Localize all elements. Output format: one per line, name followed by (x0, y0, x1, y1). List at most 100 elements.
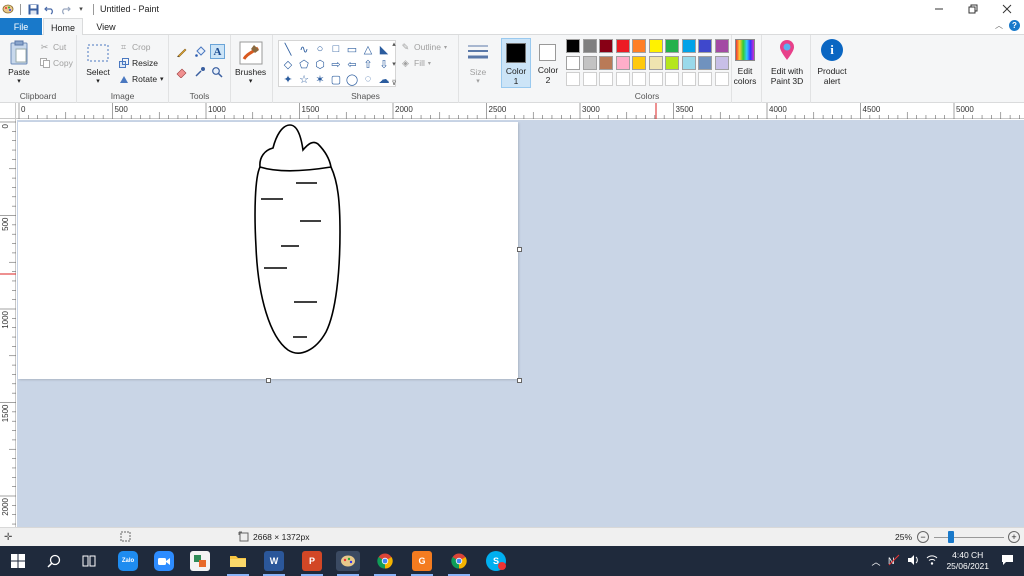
hexagon-shape-icon[interactable]: ⬡ (313, 57, 327, 71)
color-swatch[interactable] (615, 55, 630, 70)
color-swatch[interactable] (566, 72, 580, 86)
close-button[interactable] (990, 0, 1024, 18)
start-button[interactable] (8, 551, 28, 571)
file-explorer-icon[interactable] (228, 551, 248, 571)
text-tool-icon[interactable]: A (210, 44, 225, 59)
color-swatch[interactable] (681, 39, 696, 53)
oval-shape-icon[interactable]: ○ (313, 42, 327, 56)
rounded-rectangle-shape-icon[interactable]: ▭ (345, 42, 359, 56)
paste-dropdown-icon[interactable]: ▾ (17, 77, 21, 85)
chrome-alt-icon[interactable] (449, 551, 469, 571)
right-arrow-shape-icon[interactable]: ⇨ (329, 57, 343, 71)
color-swatch[interactable] (698, 55, 712, 70)
zoom-slider-track[interactable] (934, 537, 1004, 538)
task-view-icon[interactable] (79, 551, 99, 571)
size-button[interactable]: Size ▾ (465, 39, 491, 85)
color-swatch[interactable] (648, 72, 663, 86)
undo-icon[interactable] (43, 3, 55, 15)
select-dropdown-icon[interactable]: ▾ (96, 77, 100, 85)
curve-shape-icon[interactable]: ∿ (297, 42, 311, 56)
tab-view[interactable]: View (86, 18, 126, 35)
color-swatch[interactable] (632, 39, 646, 53)
drawing-canvas[interactable] (18, 122, 518, 379)
color-swatch[interactable] (665, 72, 679, 86)
minimize-button[interactable] (922, 0, 956, 18)
fill-bucket-icon[interactable] (193, 45, 207, 59)
pencil-icon[interactable] (175, 45, 189, 59)
color-swatch[interactable] (698, 72, 712, 86)
color-picker-icon[interactable] (193, 65, 207, 79)
color-swatch[interactable] (582, 55, 597, 70)
zalo-icon[interactable]: Zalo (118, 551, 138, 571)
color-swatch[interactable] (648, 39, 663, 53)
color-swatch[interactable] (615, 72, 630, 86)
pentagon-shape-icon[interactable]: ⬠ (297, 57, 311, 71)
color-swatch[interactable] (681, 72, 696, 86)
color-swatch[interactable] (599, 39, 613, 53)
save-icon[interactable] (27, 3, 39, 15)
color-swatch[interactable] (566, 55, 580, 70)
six-point-star-shape-icon[interactable]: ✶ (313, 72, 327, 86)
color-swatch[interactable] (599, 55, 613, 70)
color-swatch[interactable] (698, 39, 712, 53)
brushes-button[interactable]: Brushes ▾ (235, 39, 266, 85)
help-icon[interactable]: ? (1009, 20, 1020, 31)
tab-file[interactable]: File (0, 18, 42, 35)
select-button[interactable]: Select ▾ (85, 39, 111, 85)
triangle-shape-icon[interactable]: △ (361, 42, 375, 56)
show-hidden-icons-icon[interactable]: ︿ (871, 555, 880, 568)
zoom-out-button[interactable]: − (917, 531, 929, 543)
four-point-star-shape-icon[interactable]: ✦ (281, 72, 295, 86)
scroll-down-icon[interactable]: ▾ (392, 60, 396, 68)
input-method-icon[interactable]: N (888, 554, 900, 568)
color-swatch[interactable] (615, 39, 630, 53)
clock[interactable]: 4:40 CH 25/06/2021 (946, 550, 989, 572)
color-swatch[interactable] (582, 72, 597, 86)
color-swatch[interactable] (714, 55, 729, 70)
search-icon[interactable] (44, 551, 64, 571)
resize-handle-corner[interactable] (517, 378, 522, 383)
color-swatch[interactable] (714, 39, 729, 53)
line-shape-icon[interactable]: ╲ (281, 42, 295, 56)
oval-callout-shape-icon[interactable]: ◯ (345, 72, 359, 86)
heart-shape-icon[interactable]: ☁ (377, 72, 391, 86)
crop-button[interactable]: ⌗ Crop (118, 40, 150, 54)
customize-toolbar-icon[interactable]: ▾ (75, 3, 87, 15)
color-swatch[interactable] (665, 39, 679, 53)
shapes-scroll[interactable]: ▴ ▾ ⊽ (390, 40, 398, 87)
color-swatch[interactable] (681, 55, 696, 70)
volume-icon[interactable] (907, 554, 919, 568)
powerpoint-icon[interactable]: P (302, 551, 322, 571)
color-swatch[interactable] (599, 72, 613, 86)
paste-button[interactable]: Paste ▾ (6, 39, 32, 85)
color-swatch[interactable] (714, 72, 729, 86)
teams-icon[interactable] (190, 551, 210, 571)
cloud-callout-shape-icon[interactable]: ◌ (361, 72, 375, 86)
zoom-app-icon[interactable] (154, 551, 174, 571)
rotate-button[interactable]: Rotate ▾ (118, 72, 164, 86)
zoom-slider-thumb[interactable] (947, 531, 954, 543)
resize-handle-bottom[interactable] (266, 378, 271, 383)
eraser-icon[interactable] (175, 65, 189, 79)
word-icon[interactable]: W (264, 551, 284, 571)
rounded-callout-shape-icon[interactable]: ▢ (329, 72, 343, 86)
diamond-shape-icon[interactable]: ◇ (281, 57, 295, 71)
chrome-icon[interactable] (375, 551, 395, 571)
collapse-ribbon-icon[interactable]: ︿ (995, 20, 1003, 31)
down-arrow-shape-icon[interactable]: ⇩ (377, 57, 391, 71)
edit-colors-button[interactable]: Edit colors (733, 39, 757, 86)
outline-button[interactable]: ✎ Outline ▾ (400, 40, 447, 54)
cut-button[interactable]: ✂ Cut (39, 40, 67, 54)
color-swatch[interactable] (648, 55, 663, 70)
resize-button[interactable]: Resize (118, 56, 158, 70)
notifications-icon[interactable] (1001, 554, 1014, 568)
wifi-icon[interactable] (926, 554, 938, 568)
color1-selector[interactable]: Color 1 (501, 38, 531, 88)
rectangle-shape-icon[interactable]: □ (329, 42, 343, 56)
tab-home[interactable]: Home (43, 18, 83, 36)
resize-handle-right[interactable] (517, 247, 522, 252)
fill-button[interactable]: ◈ Fill ▾ (400, 56, 431, 70)
up-arrow-shape-icon[interactable]: ⇧ (361, 57, 375, 71)
more-shapes-icon[interactable]: ⊽ (391, 79, 396, 87)
color-swatch[interactable] (632, 55, 646, 70)
